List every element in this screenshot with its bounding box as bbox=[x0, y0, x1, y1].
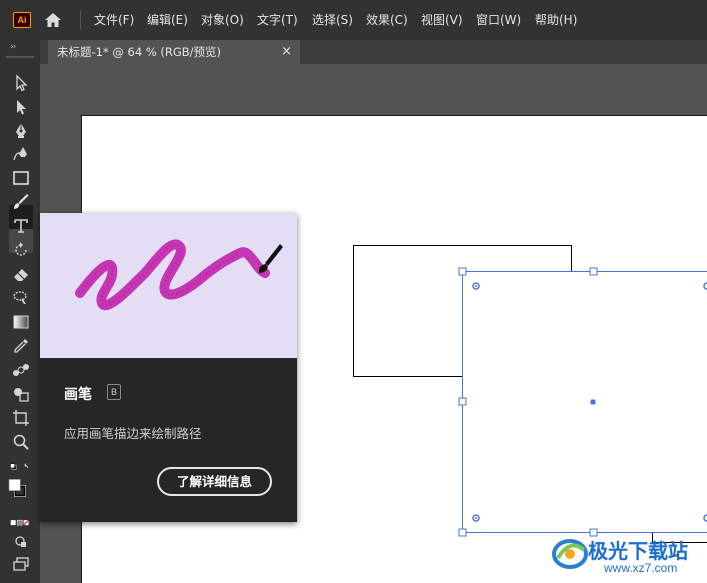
site-watermark: 极光下载站 www.xz7.com bbox=[548, 528, 707, 583]
selection-handle bbox=[458, 528, 467, 537]
watermark-logo-icon bbox=[552, 539, 588, 569]
type-tool-icon[interactable] bbox=[11, 216, 31, 236]
selection-handle bbox=[589, 267, 598, 276]
drawing-mode-icon[interactable] bbox=[11, 532, 31, 552]
shape-builder-tool-icon[interactable] bbox=[11, 384, 31, 404]
gradient-tool-icon[interactable] bbox=[11, 312, 31, 332]
pen-tool-icon[interactable] bbox=[11, 120, 31, 140]
tool-tooltip: 画笔 B 应用画笔描边来绘制路径 了解详细信息 bbox=[40, 213, 297, 522]
fill-stroke-swatch[interactable] bbox=[7, 478, 37, 508]
tooltip-description: 应用画笔描边来绘制路径 bbox=[64, 426, 202, 441]
paintbrush-icon bbox=[258, 244, 283, 273]
warp-tool-icon[interactable] bbox=[11, 288, 31, 308]
selection-tool-icon[interactable] bbox=[11, 73, 31, 93]
selection-handle bbox=[458, 397, 467, 406]
rectangle-shape-selected bbox=[462, 271, 707, 533]
tooltip-shortcut-key: B bbox=[107, 384, 121, 400]
tooltip-preview-image bbox=[40, 213, 297, 358]
color-mode-icons[interactable] bbox=[10, 513, 38, 526]
paintbrush-tool-icon[interactable] bbox=[11, 192, 31, 212]
learn-more-button[interactable]: 了解详细信息 bbox=[157, 467, 272, 496]
selection-handle bbox=[458, 267, 467, 276]
direct-selection-tool-icon[interactable] bbox=[11, 97, 31, 117]
corner-widget bbox=[475, 285, 477, 287]
screen-mode-icon[interactable] bbox=[11, 555, 31, 575]
artboard-tool-icon[interactable] bbox=[11, 408, 31, 428]
watermark-url: www.xz7.com bbox=[604, 561, 678, 575]
eraser-tool-icon[interactable] bbox=[11, 264, 31, 284]
blend-tool-icon[interactable] bbox=[11, 360, 31, 380]
eyedropper-tool-icon[interactable] bbox=[11, 336, 31, 356]
rectangle-tool-icon[interactable] bbox=[11, 168, 31, 188]
rotate-tool-icon[interactable] bbox=[11, 240, 31, 260]
zoom-tool-icon[interactable] bbox=[11, 432, 31, 452]
curvature-tool-icon[interactable] bbox=[11, 144, 31, 164]
center-point bbox=[590, 399, 596, 405]
default-colors-icon[interactable] bbox=[9, 458, 37, 474]
corner-widget bbox=[475, 517, 477, 519]
watermark-text: 极光下载站 bbox=[588, 539, 688, 563]
tooltip-title: 画笔 bbox=[64, 387, 92, 403]
